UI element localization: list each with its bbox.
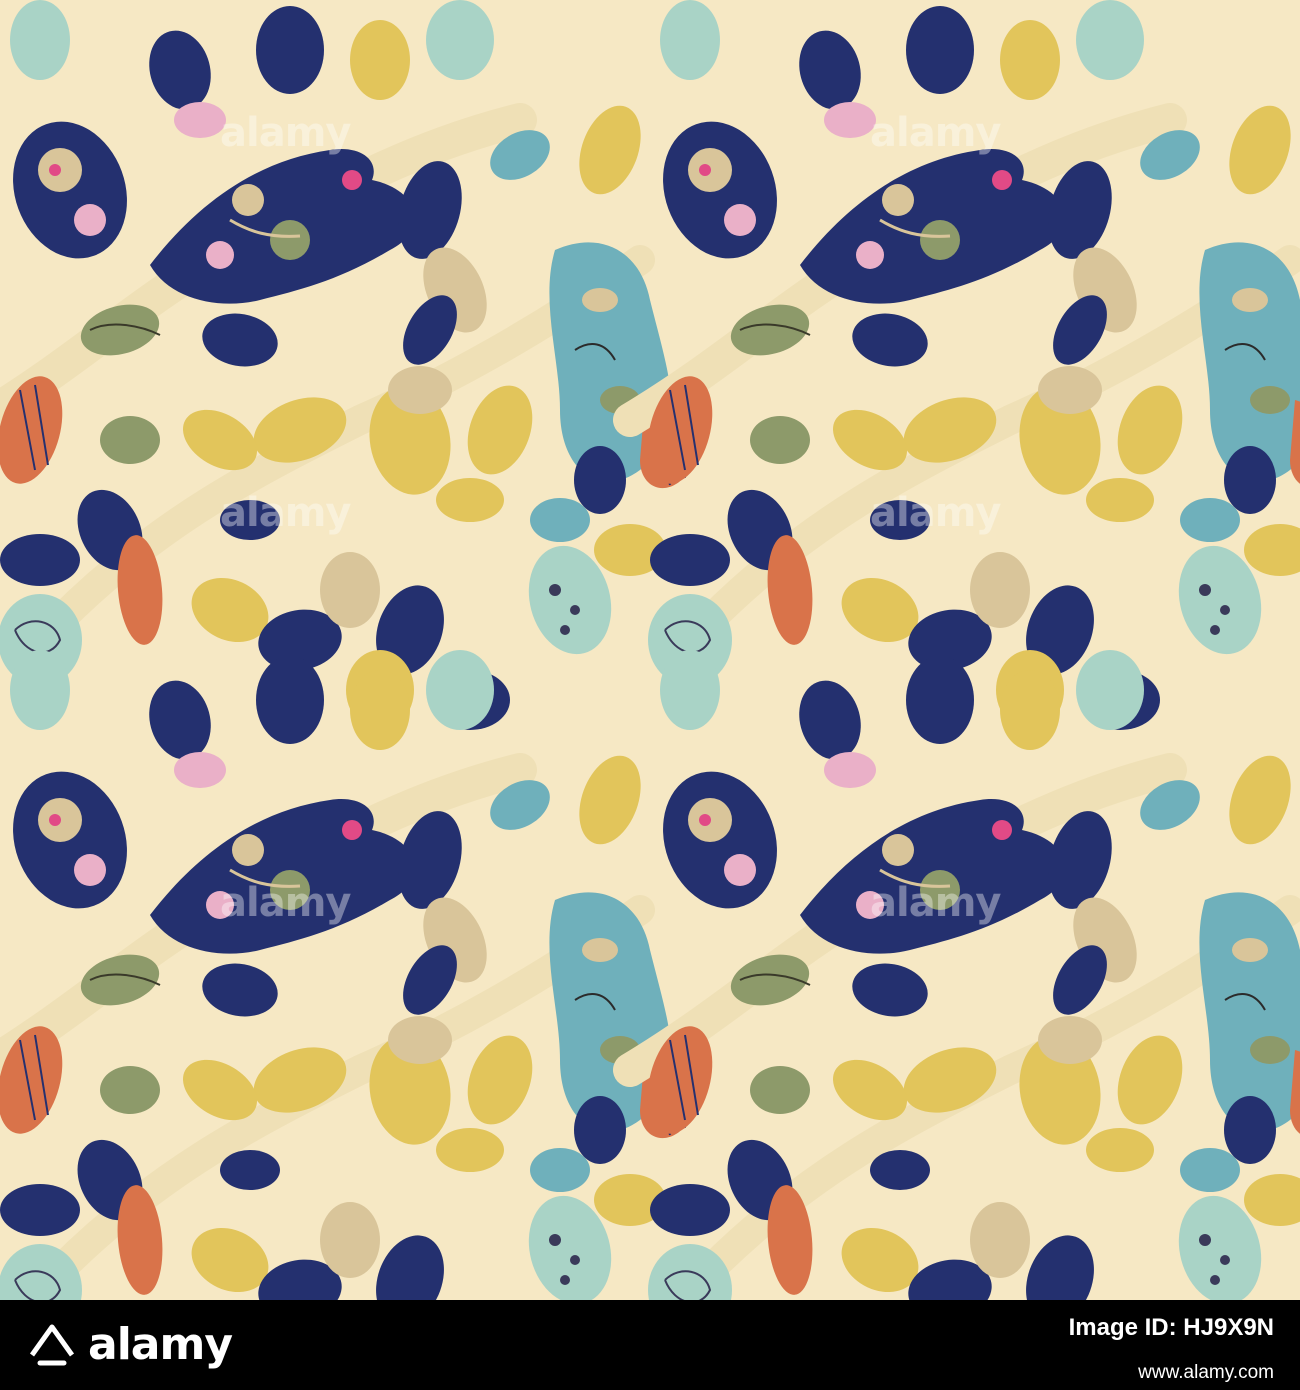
site-url[interactable]: www.alamy.com	[1138, 1360, 1274, 1386]
footer-bar: alamy Image ID: HJ9X9N www.alamy.com	[0, 1300, 1300, 1390]
alamy-wordmark: alamy	[88, 1319, 233, 1370]
pattern-canvas	[0, 0, 1300, 1300]
alamy-logo-icon	[26, 1319, 78, 1371]
alamy-logo[interactable]: alamy	[26, 1316, 233, 1374]
image-id-label: Image ID: HJ9X9N	[1068, 1314, 1274, 1341]
stock-image-frame: alamy alamy alamy alamy alamy alamy alam…	[0, 0, 1300, 1390]
image-id-block: Image ID: HJ9X9N	[1069, 1312, 1274, 1344]
bird-leaf-pattern-image: alamy alamy alamy alamy alamy alamy	[0, 0, 1300, 1300]
